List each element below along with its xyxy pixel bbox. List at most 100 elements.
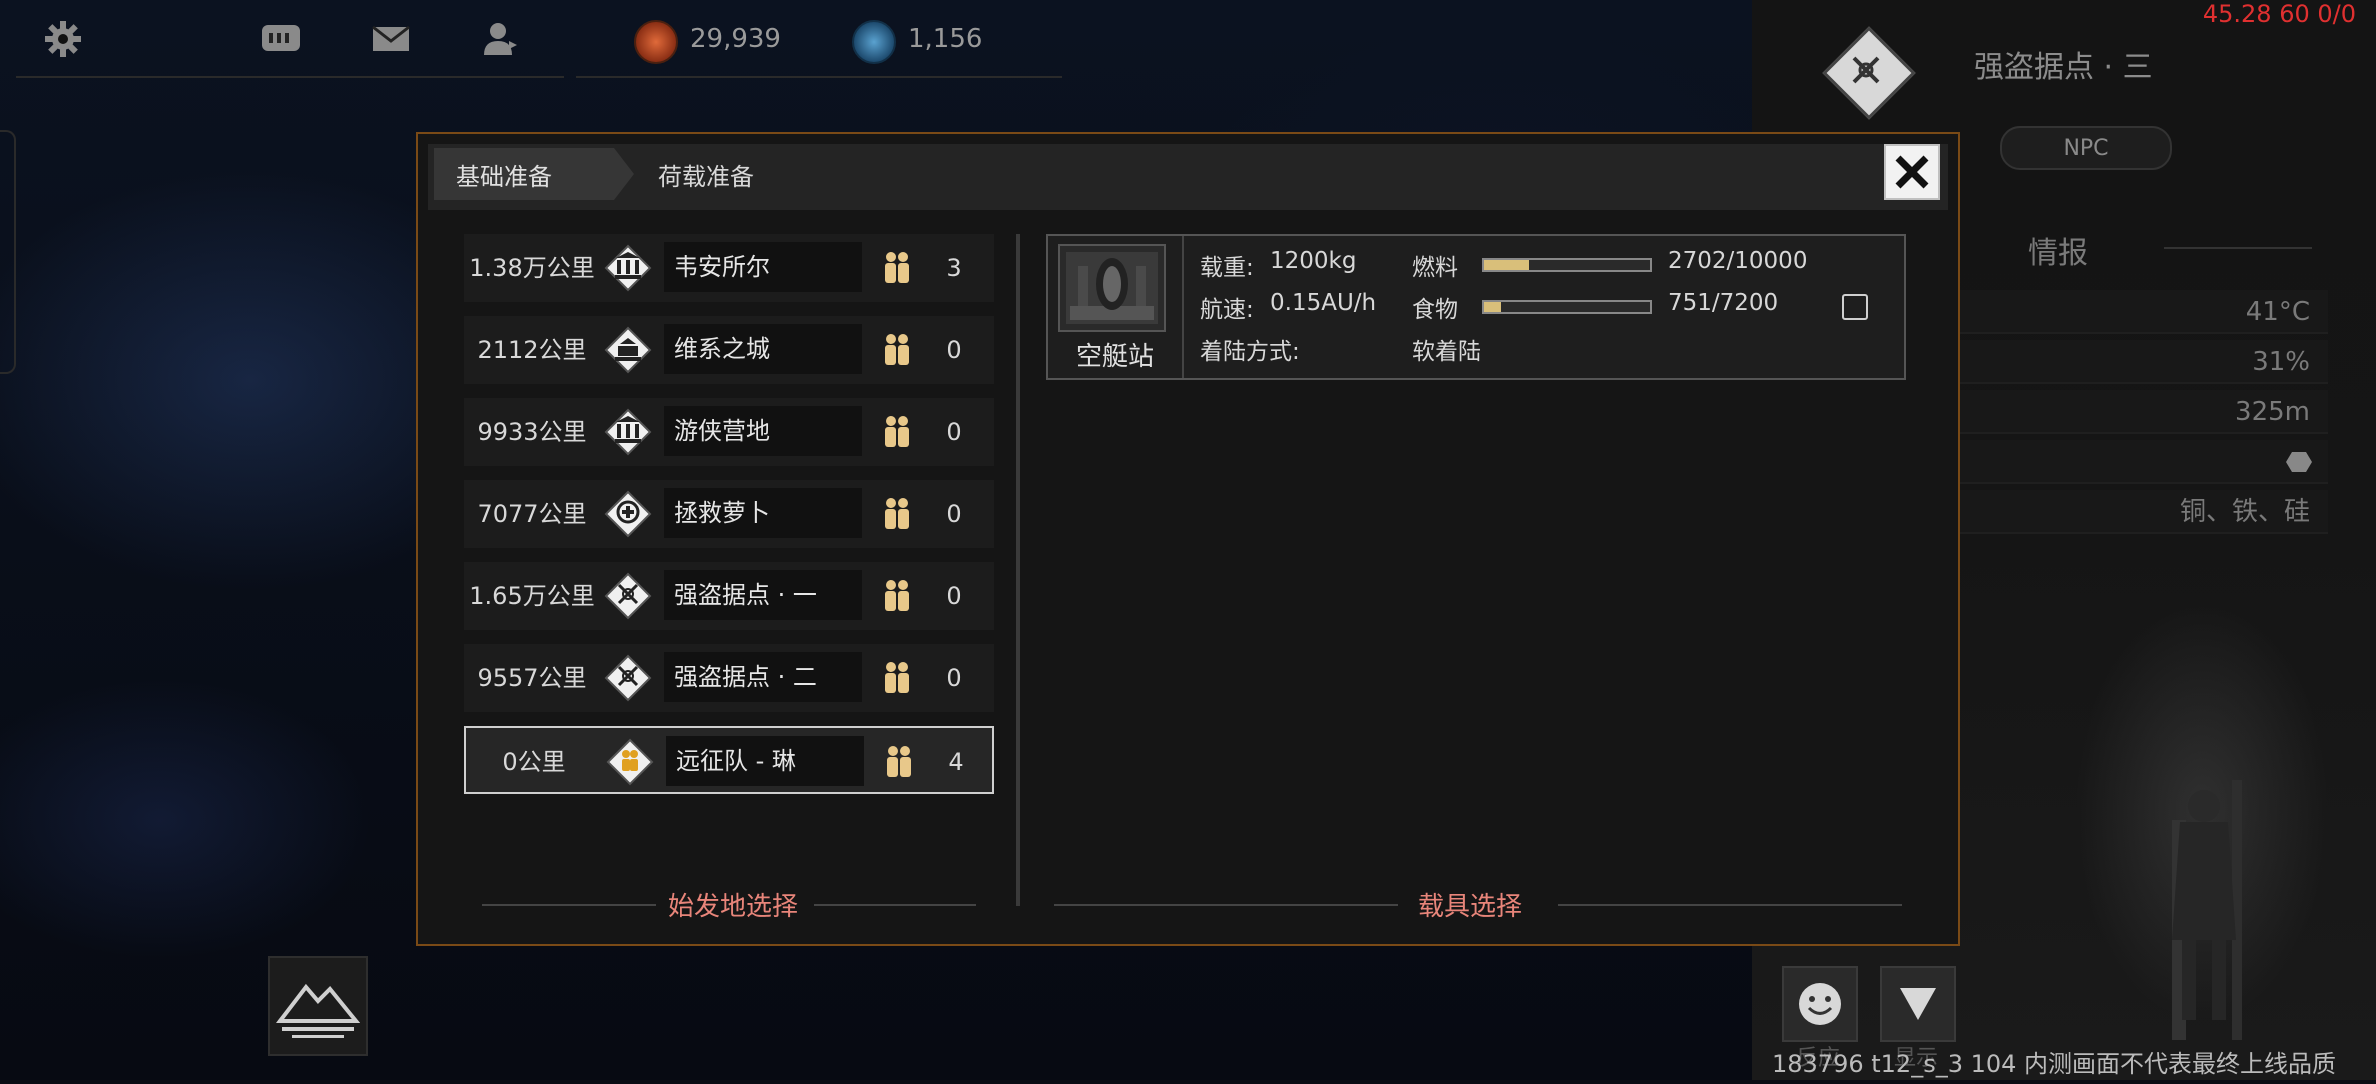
location-distance: 1.38万公里 <box>469 254 595 282</box>
intel-temperature: 41°C <box>1952 290 2328 334</box>
fuel-label: 燃料 <box>1412 255 1458 281</box>
intel-section-title: 情报 <box>2028 236 2088 271</box>
npc-badge: NPC <box>2000 126 2172 170</box>
blue-resource-icon <box>852 20 896 64</box>
speed-value: 0.15AU/h <box>1270 290 1377 316</box>
location-distance: 0公里 <box>502 748 566 776</box>
vehicle-section-line-left <box>1054 904 1398 906</box>
landing-label: 着陆方式: <box>1200 339 1300 365</box>
terrain-button[interactable] <box>268 956 368 1056</box>
load-value: 1200kg <box>1270 248 1357 274</box>
tab-payload-prep[interactable]: 荷载准备 <box>658 148 798 200</box>
location-name: 远征队 - 琳 <box>666 736 864 786</box>
crossed-swords-icon <box>604 654 652 702</box>
location-name: 维系之城 <box>664 324 862 374</box>
airship-station-image <box>1058 244 1166 332</box>
location-distance: 1.65万公里 <box>469 582 595 610</box>
location-row[interactable]: 9557公里 强盗据点 · 二 0 <box>464 644 994 712</box>
people-icon <box>887 746 911 777</box>
food-bar <box>1482 300 1652 314</box>
tab-basic-prep[interactable]: 基础准备 <box>434 148 614 200</box>
vehicle-section-line-right <box>1558 904 1902 906</box>
location-row[interactable]: 0公里 远征队 - 琳 4 <box>464 726 994 794</box>
red-resource-icon <box>634 20 678 64</box>
location-name: 强盗据点 · 一 <box>664 570 862 620</box>
building-icon <box>604 408 652 456</box>
location-people-count: 0 <box>946 418 962 446</box>
top-bar: 29,939 1,156 <box>0 0 1760 82</box>
people-icon <box>885 662 909 693</box>
close-button[interactable] <box>1884 144 1940 200</box>
location-row[interactable]: 1.38万公里 韦安所尔 3 <box>464 234 994 302</box>
intel-resources: 铜、铁、硅 <box>1952 490 2328 534</box>
people-icon <box>885 580 909 611</box>
location-distance: 9933公里 <box>477 418 587 446</box>
location-row[interactable]: 1.65万公里 强盗据点 · 一 0 <box>464 562 994 630</box>
speed-label: 航速: <box>1200 297 1254 323</box>
vehicle-card[interactable]: 空艇站 载重: 1200kg 航速: 0.15AU/h 着陆方式: 燃料 270… <box>1046 234 1906 380</box>
blue-resource-value: 1,156 <box>908 24 983 54</box>
origin-section-line-right <box>814 904 976 906</box>
location-people-count: 0 <box>946 500 962 528</box>
load-label: 载重: <box>1200 255 1254 281</box>
smile-icon <box>1799 983 1841 1025</box>
intel-humidity: 31% <box>1952 340 2328 384</box>
expedition-icon <box>606 738 654 786</box>
location-people-count: 4 <box>948 748 964 776</box>
location-distance: 9557公里 <box>477 664 587 692</box>
fuel-value: 2702/10000 <box>1668 248 1808 274</box>
people-icon <box>885 252 909 283</box>
people-icon <box>885 416 909 447</box>
location-name: 强盗据点 · 二 <box>664 652 862 702</box>
dialog-header <box>428 144 1948 210</box>
location-name: 游侠营地 <box>664 406 862 456</box>
character-artwork <box>2052 560 2376 1080</box>
building-icon <box>604 244 652 292</box>
crossed-swords-icon <box>1852 56 1880 84</box>
origin-section-title: 始发地选择 <box>668 892 799 922</box>
food-label: 食物 <box>1412 297 1458 323</box>
location-people-count: 0 <box>946 582 962 610</box>
location-row[interactable]: 2112公里 维系之城 0 <box>464 316 994 384</box>
city-icon <box>604 326 652 374</box>
location-people-count: 0 <box>946 664 962 692</box>
food-value: 751/7200 <box>1668 290 1779 316</box>
location-row[interactable]: 7077公里 拯救萝卜 0 <box>464 480 994 548</box>
fps-counter: 45.28 60 0/0 <box>2202 0 2356 28</box>
chat-icon[interactable] <box>260 18 302 60</box>
mail-icon[interactable] <box>370 18 412 60</box>
food-bar-fill <box>1484 302 1502 312</box>
location-name: 韦安所尔 <box>664 242 862 292</box>
red-resource-value: 29,939 <box>690 24 781 54</box>
location-distance: 7077公里 <box>477 500 587 528</box>
vehicle-card-separator <box>1182 236 1184 378</box>
people-icon <box>885 498 909 529</box>
profile-icon[interactable] <box>480 18 522 60</box>
location-name: 拯救萝卜 <box>664 488 862 538</box>
intel-terrain <box>1952 440 2328 484</box>
mountain-icon <box>276 983 360 1038</box>
intel-altitude: 325m <box>1952 390 2328 434</box>
location-people-count: 3 <box>946 254 962 282</box>
location-people-count: 0 <box>946 336 962 364</box>
location-row[interactable]: 9933公里 游侠营地 0 <box>464 398 994 466</box>
location-distance: 2112公里 <box>477 336 587 364</box>
panel-divider <box>1016 234 1020 906</box>
left-side-tab[interactable] <box>0 130 16 374</box>
expedition-dialog: 基础准备 荷载准备 1.38万公里 韦安所尔 3 2112公里 维系之城 0 9933公里 游… <box>416 132 1960 946</box>
triangle-down-icon <box>1900 988 1936 1020</box>
target-title: 强盗据点 · 三 <box>1974 50 2153 85</box>
display-button[interactable] <box>1880 966 1956 1042</box>
reaction-button[interactable] <box>1782 966 1858 1042</box>
build-watermark: 183796 t12_s_3 104 内测画面不代表最终上线品质 <box>1772 1050 2337 1078</box>
vehicle-name: 空艇站 <box>1075 342 1154 372</box>
hexagon-icon <box>2286 452 2312 472</box>
close-icon <box>1895 155 1929 189</box>
rescue-icon <box>604 490 652 538</box>
gear-icon[interactable] <box>42 18 84 60</box>
vehicle-select-checkbox[interactable] <box>1842 294 1868 320</box>
vehicle-section-title: 载具选择 <box>1418 892 1523 922</box>
origin-section-line-left <box>482 904 656 906</box>
fuel-bar <box>1482 258 1652 272</box>
tab-active-arrow <box>614 148 634 200</box>
